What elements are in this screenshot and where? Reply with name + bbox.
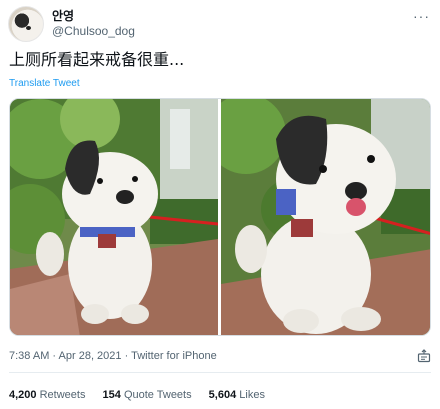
tweet-time[interactable]: 7:38 AM (9, 350, 49, 362)
avatar[interactable] (8, 6, 44, 42)
dog-photo-left[interactable] (10, 99, 218, 335)
translate-tweet-link[interactable]: Translate Tweet (9, 78, 80, 89)
retweets-stat[interactable]: 4,200 Retweets (9, 389, 85, 401)
more-horizontal-icon[interactable]: ··· (413, 8, 430, 24)
author-names: 안영 @Chulsoo_dog (52, 9, 135, 39)
tweet-source[interactable]: Twitter for iPhone (131, 350, 217, 362)
share-icon[interactable] (417, 349, 431, 363)
likes-count: 5,604 (208, 389, 237, 401)
tweet-media[interactable] (9, 98, 431, 336)
dog-photo-right[interactable] (221, 99, 430, 335)
meta-separator-2: · (121, 350, 132, 362)
dog-photo-right-image (221, 99, 430, 335)
tweet-date[interactable]: Apr 28, 2021 (59, 350, 122, 362)
divider-top (9, 372, 431, 373)
tweet-header: 안영 @Chulsoo_dog ··· (8, 6, 432, 46)
quote-label: Quote Tweets (123, 389, 192, 401)
likes-label: Likes (239, 389, 265, 401)
tweet-stats: 4,200 Retweets 154 Quote Tweets 5,604 Li… (9, 389, 279, 401)
author-display-name[interactable]: 안영 (52, 9, 135, 24)
avatar-dog-nose (26, 26, 31, 30)
likes-stat[interactable]: 5,604 Likes (209, 389, 265, 401)
retweets-label: Retweets (39, 389, 86, 401)
tweet-meta: 7:38 AM · Apr 28, 2021 · Twitter for iPh… (9, 350, 217, 362)
quote-count: 154 (102, 389, 121, 401)
quote-tweets-stat[interactable]: 154 Quote Tweets (103, 389, 192, 401)
tweet-text: 上厕所看起来戒备很重... (9, 50, 185, 69)
author-handle[interactable]: @Chulsoo_dog (52, 24, 135, 39)
dog-photo-left-image (10, 99, 218, 335)
retweets-count: 4,200 (9, 389, 37, 401)
meta-separator: · (49, 350, 59, 362)
